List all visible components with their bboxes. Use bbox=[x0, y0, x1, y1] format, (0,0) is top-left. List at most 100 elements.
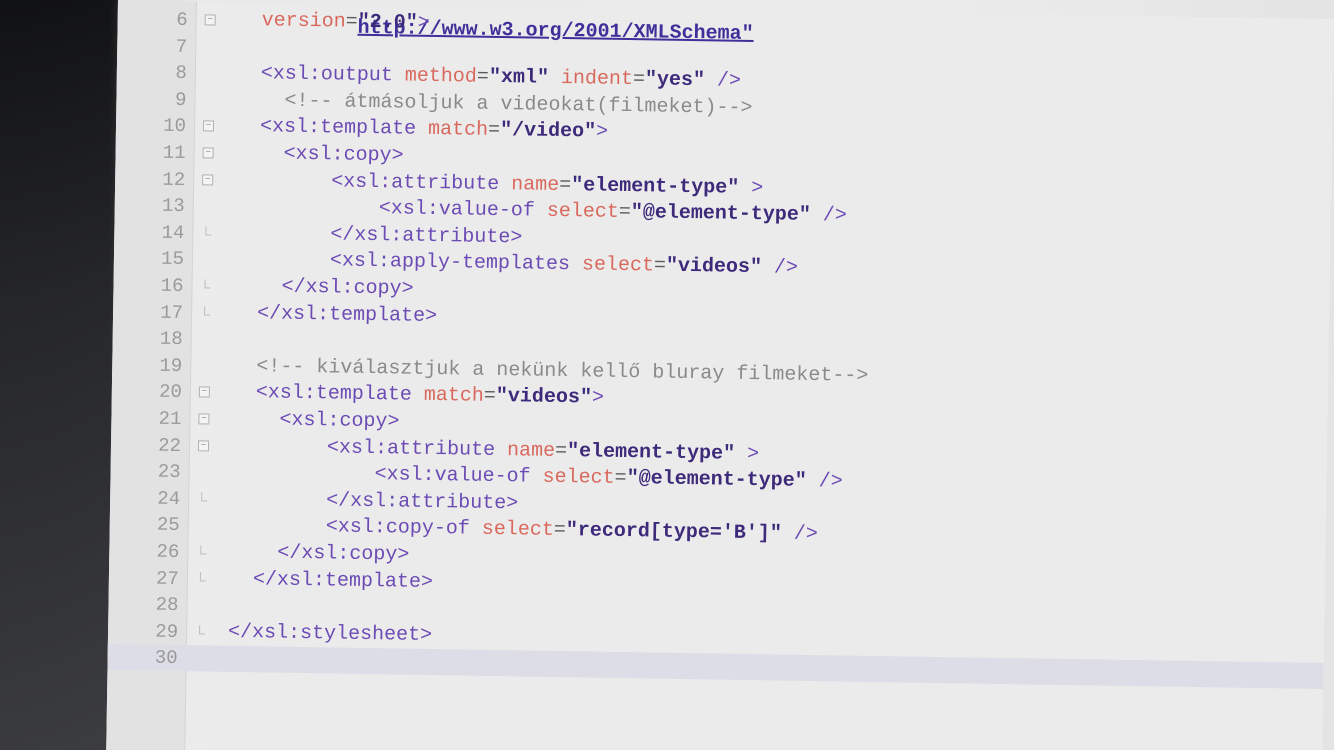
code-token: > bbox=[591, 386, 605, 411]
code-token: = bbox=[554, 439, 568, 463]
code-token: > bbox=[417, 11, 430, 35]
code-token: "record[type='B']" bbox=[565, 519, 782, 546]
code-token: /> bbox=[761, 256, 799, 281]
code-text[interactable]: <xsl:copy> bbox=[231, 407, 399, 436]
code-token: = bbox=[632, 68, 646, 92]
line-number: 17 bbox=[160, 301, 184, 324]
code-token: </xsl:attribute> bbox=[229, 487, 519, 516]
code-token: <xsl:template bbox=[231, 381, 425, 408]
line-number: 22 bbox=[158, 434, 182, 457]
code-token: <xsl:apply-templates bbox=[233, 248, 583, 277]
code-token: = bbox=[345, 10, 358, 34]
line-number: 15 bbox=[160, 248, 185, 271]
code-token: </xsl:stylesheet> bbox=[227, 620, 433, 647]
code-token: /> bbox=[704, 69, 742, 93]
code-token: "videos" bbox=[665, 255, 763, 280]
line-number: 16 bbox=[160, 274, 184, 298]
code-token: = bbox=[653, 254, 667, 279]
screen: http://www.w3.org/2001/XMLSchema" 6− ver… bbox=[0, 0, 1334, 750]
line-number: 11 bbox=[162, 141, 186, 165]
line-number: 26 bbox=[156, 540, 180, 564]
code-text[interactable]: </xsl:attribute> bbox=[230, 487, 518, 518]
line-number: 23 bbox=[157, 460, 181, 484]
code-token: indent bbox=[548, 66, 634, 92]
fold-end-marker-icon bbox=[204, 305, 211, 316]
code-token: match bbox=[423, 384, 485, 409]
code-text[interactable]: </xsl:stylesheet> bbox=[228, 620, 432, 649]
code-token: <xsl:output bbox=[236, 62, 406, 88]
line-number: 13 bbox=[161, 194, 185, 218]
fold-toggle-icon[interactable]: − bbox=[198, 386, 210, 398]
line-number: 19 bbox=[159, 354, 183, 377]
line-number: 27 bbox=[155, 567, 180, 590]
fold-end-marker-icon bbox=[199, 571, 207, 582]
code-token: "/video" bbox=[499, 119, 597, 144]
line-number: 7 bbox=[175, 35, 188, 58]
code-token: "xml" bbox=[488, 66, 550, 90]
line-number: 20 bbox=[158, 381, 183, 404]
code-token: = bbox=[476, 65, 490, 90]
fold-end-marker-icon bbox=[205, 226, 212, 236]
line-number: 24 bbox=[157, 487, 181, 510]
code-token: /> bbox=[806, 470, 843, 494]
code-token: "element-type" bbox=[571, 173, 740, 200]
line-number: 28 bbox=[155, 593, 179, 617]
code-text[interactable]: </xsl:template> bbox=[229, 566, 433, 595]
code-token: select bbox=[581, 253, 655, 278]
line-number: 8 bbox=[175, 62, 188, 85]
fold-toggle-icon[interactable]: − bbox=[204, 14, 216, 26]
code-token: select bbox=[481, 518, 554, 543]
fold-end-marker-icon bbox=[200, 545, 207, 555]
code-token: match bbox=[427, 118, 489, 143]
code-token: "element-type" bbox=[566, 439, 736, 466]
code-token: name bbox=[511, 172, 560, 197]
code-token: "2.0" bbox=[357, 10, 418, 35]
line-number: 18 bbox=[159, 327, 183, 351]
code-token: select bbox=[542, 465, 615, 491]
fold-toggle-icon[interactable]: − bbox=[202, 173, 214, 186]
code-text[interactable]: </xsl:copy> bbox=[229, 540, 409, 569]
code-token: <xsl:attribute bbox=[230, 434, 508, 462]
code-token: /> bbox=[781, 522, 819, 547]
code-token: name bbox=[506, 438, 556, 463]
code-token: > bbox=[734, 442, 760, 466]
monitor-bezel bbox=[0, 0, 120, 750]
code-token: "videos" bbox=[495, 385, 593, 410]
code-text[interactable]: </xsl:template> bbox=[233, 300, 437, 329]
code-token: "yes" bbox=[644, 68, 706, 93]
code-token: = bbox=[553, 519, 566, 543]
code-token: <xsl:copy-of bbox=[229, 514, 482, 542]
line-number: 14 bbox=[161, 221, 185, 244]
fold-end-marker-icon bbox=[199, 625, 206, 635]
line-number: 9 bbox=[174, 88, 187, 111]
code-text[interactable]: <xsl:copy> bbox=[235, 141, 403, 170]
code-token: "@element-type" bbox=[626, 467, 807, 494]
code-text[interactable]: </xsl:attribute> bbox=[234, 221, 522, 252]
code-token: /> bbox=[810, 204, 848, 228]
fold-toggle-icon[interactable]: − bbox=[202, 120, 215, 132]
code-token: = bbox=[487, 119, 501, 143]
code-token: <xsl:copy> bbox=[235, 141, 404, 168]
code-token: > bbox=[739, 176, 764, 200]
code-token: = bbox=[618, 201, 631, 225]
code-token: </xsl:attribute> bbox=[234, 221, 523, 250]
line-number: 10 bbox=[163, 115, 187, 138]
code-token: <xsl:value-of bbox=[230, 461, 543, 489]
fold-toggle-icon[interactable]: − bbox=[198, 413, 210, 425]
code-editor[interactable]: http://www.w3.org/2001/XMLSchema" 6− ver… bbox=[106, 0, 1334, 750]
code-token: method bbox=[404, 64, 478, 89]
code-token: select bbox=[546, 199, 619, 225]
code-token: </xsl:template> bbox=[228, 567, 434, 594]
line-number: 30 bbox=[154, 647, 178, 670]
fold-toggle-icon[interactable]: − bbox=[197, 439, 210, 452]
code-text[interactable]: version="2.0"> bbox=[237, 8, 430, 37]
code-token: </xsl:template> bbox=[232, 301, 438, 328]
line-number: 12 bbox=[162, 168, 186, 191]
code-token: > bbox=[595, 120, 609, 145]
code-token: = bbox=[614, 467, 627, 491]
code-token: <xsl:copy> bbox=[231, 407, 400, 434]
code-text[interactable]: </xsl:copy> bbox=[233, 274, 413, 303]
code-token: <xsl:value-of bbox=[234, 195, 547, 223]
fold-toggle-icon[interactable]: − bbox=[202, 147, 214, 159]
code-token: = bbox=[483, 385, 497, 409]
